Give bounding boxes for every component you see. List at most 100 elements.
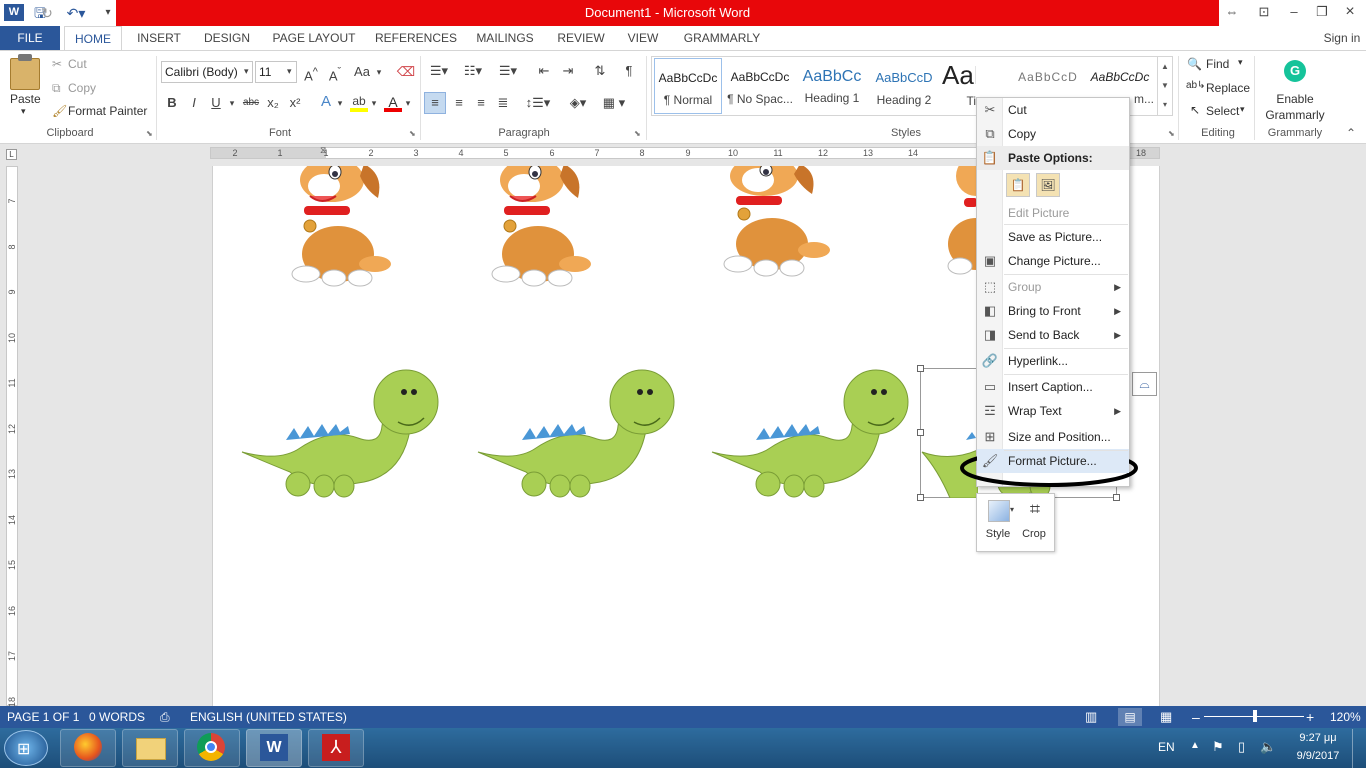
grow-font-icon[interactable]: A^ bbox=[302, 63, 320, 85]
style-dropdown-icon[interactable]: ▾ bbox=[1010, 505, 1014, 514]
highlight-icon[interactable]: ab bbox=[350, 94, 368, 112]
puppy-image-partial[interactable] bbox=[946, 166, 976, 278]
underline-dropdown-icon[interactable]: ▾ bbox=[228, 94, 236, 112]
dinosaur-image[interactable] bbox=[476, 366, 676, 498]
paste-dropdown-icon[interactable]: ▾ bbox=[21, 106, 26, 117]
sign-in-link[interactable]: Sign in bbox=[1320, 26, 1364, 50]
style-heading-1[interactable]: AaBbCc Heading 1 bbox=[798, 58, 866, 114]
menu-item-cut[interactable]: ✂ Cut bbox=[977, 98, 1129, 122]
cut-button[interactable]: Cut bbox=[68, 57, 87, 71]
show-desktop-button[interactable] bbox=[1352, 729, 1366, 768]
action-center-icon[interactable]: ⚑ bbox=[1212, 739, 1224, 755]
zoom-in-icon[interactable]: + bbox=[1306, 706, 1314, 728]
tab-page-layout[interactable]: PAGE LAYOUT bbox=[268, 26, 360, 50]
proofing-icon[interactable]: ⎙ bbox=[160, 706, 170, 728]
menu-item-copy[interactable]: ⧉ Copy bbox=[977, 122, 1129, 146]
zoom-level[interactable]: 120% bbox=[1330, 706, 1361, 728]
paste-keep-source-icon[interactable]: 📋 bbox=[1006, 173, 1030, 197]
read-mode-icon[interactable]: ▥ bbox=[1085, 706, 1097, 728]
tab-insert[interactable]: INSERT bbox=[132, 26, 186, 50]
dinosaur-image[interactable] bbox=[710, 366, 910, 498]
select-button[interactable]: Select bbox=[1206, 104, 1239, 118]
undo-icon[interactable]: ↶▾ bbox=[64, 3, 88, 23]
paste-icon[interactable] bbox=[10, 58, 40, 90]
grammarly-icon[interactable]: G bbox=[1284, 60, 1306, 82]
styles-launcher-icon[interactable]: ⬊ bbox=[1168, 129, 1175, 138]
copy-button[interactable]: Copy bbox=[68, 81, 96, 95]
shrink-font-icon[interactable]: Aˇ bbox=[326, 63, 344, 85]
highlight-dropdown-icon[interactable]: ▾ bbox=[370, 94, 378, 112]
clear-formatting-icon[interactable]: ⌫ bbox=[396, 63, 416, 81]
tab-references[interactable]: REFERENCES bbox=[372, 26, 460, 50]
decrease-indent-icon[interactable]: ⇤ bbox=[534, 62, 554, 80]
paste-as-picture-icon[interactable]: 🖼 bbox=[1036, 173, 1060, 197]
word-count[interactable]: 0 WORDS bbox=[89, 706, 145, 728]
crop-button[interactable]: Crop bbox=[1020, 528, 1048, 540]
align-right-icon[interactable]: ≡ bbox=[472, 94, 490, 112]
print-layout-icon[interactable]: ▤ bbox=[1118, 708, 1142, 726]
font-family-field[interactable]: Calibri (Body) bbox=[161, 61, 253, 83]
style-heading-2[interactable]: AaBbCcD Heading 2 bbox=[870, 58, 938, 114]
multilevel-list-icon[interactable]: ☰▾ bbox=[494, 62, 522, 80]
customize-qat-icon[interactable]: ▾ bbox=[100, 3, 116, 23]
zoom-slider-thumb[interactable] bbox=[1253, 710, 1257, 722]
battery-icon[interactable]: ▯ bbox=[1238, 739, 1245, 755]
menu-item-save-as-picture[interactable]: Save as Picture... bbox=[977, 225, 1129, 249]
layout-options-icon[interactable]: ⌓ bbox=[1132, 372, 1157, 396]
resize-handle[interactable] bbox=[1113, 494, 1120, 501]
repeat-icon[interactable]: ↻ bbox=[38, 3, 56, 23]
menu-item-format-picture[interactable]: 🖌 Format Picture... bbox=[977, 449, 1129, 473]
underline-button[interactable]: U bbox=[208, 94, 224, 112]
dinosaur-image[interactable] bbox=[240, 366, 440, 498]
text-effects-icon[interactable]: A bbox=[316, 93, 336, 111]
clock-time[interactable]: 9:27 μμ bbox=[1290, 732, 1346, 744]
resize-handle[interactable] bbox=[917, 429, 924, 436]
shading-icon[interactable]: ◈▾ bbox=[564, 94, 592, 112]
menu-item-change-picture[interactable]: ▣ Change Picture... bbox=[977, 249, 1129, 273]
minimize-button[interactable]: – bbox=[1280, 2, 1308, 22]
font-size-dropdown-icon[interactable]: ▾ bbox=[287, 66, 292, 77]
tab-grammarly[interactable]: GRAMMARLY bbox=[676, 26, 768, 50]
font-family-dropdown-icon[interactable]: ▾ bbox=[244, 66, 249, 77]
puppy-image[interactable] bbox=[480, 166, 608, 288]
line-spacing-icon[interactable]: ↕☰▾ bbox=[524, 94, 552, 112]
resize-handle[interactable] bbox=[917, 494, 924, 501]
zoom-out-icon[interactable]: – bbox=[1192, 706, 1200, 728]
change-case-button[interactable]: Aa bbox=[352, 63, 372, 81]
styles-scroll[interactable]: ▲ ▼ ▾ bbox=[1157, 57, 1172, 115]
paste-button[interactable]: Paste bbox=[10, 92, 41, 106]
justify-icon[interactable]: ≣ bbox=[494, 94, 512, 112]
page-count[interactable]: PAGE 1 OF 1 bbox=[7, 706, 79, 728]
help-icon[interactable]: ⊡ bbox=[1250, 2, 1278, 22]
enable-grammarly-button[interactable]: Enable bbox=[1260, 92, 1330, 106]
show-marks-icon[interactable]: ¶ bbox=[620, 62, 638, 80]
bold-button[interactable]: B bbox=[164, 94, 180, 112]
show-hidden-icons[interactable]: ▲ bbox=[1190, 740, 1200, 751]
sort-icon[interactable]: ⇅ bbox=[590, 62, 610, 80]
close-button[interactable]: × bbox=[1336, 2, 1364, 22]
restore-button[interactable]: ❐ bbox=[1308, 2, 1336, 22]
bullets-icon[interactable]: ☰▾ bbox=[426, 62, 452, 80]
picture-style-icon[interactable] bbox=[988, 500, 1010, 522]
tab-home[interactable]: HOME bbox=[64, 26, 122, 51]
italic-button[interactable]: I bbox=[186, 94, 202, 112]
language-indicator[interactable]: ENGLISH (UNITED STATES) bbox=[190, 706, 347, 728]
menu-item-hyperlink[interactable]: 🔗 Hyperlink... bbox=[977, 349, 1129, 373]
tab-design[interactable]: DESIGN bbox=[198, 26, 256, 50]
menu-item-insert-caption[interactable]: ▭ Insert Caption... bbox=[977, 375, 1129, 399]
ribbon-display-icon[interactable]: ⇔ bbox=[1218, 2, 1246, 22]
subscript-button[interactable]: x₂ bbox=[264, 94, 282, 112]
puppy-image[interactable] bbox=[280, 166, 408, 288]
tab-mailings[interactable]: MAILINGS bbox=[470, 26, 540, 50]
menu-item-bring-to-front[interactable]: ◧ Bring to Front ▶ bbox=[977, 299, 1129, 323]
clock-date[interactable]: 9/9/2017 bbox=[1290, 750, 1346, 762]
clipboard-launcher-icon[interactable]: ⬊ bbox=[146, 129, 153, 138]
style-title[interactable]: AaBl Ti bbox=[942, 58, 976, 114]
numbering-icon[interactable]: ☷▾ bbox=[460, 62, 486, 80]
increase-indent-icon[interactable]: ⇥ bbox=[558, 62, 578, 80]
tab-file[interactable]: FILE bbox=[0, 26, 60, 50]
menu-item-size-and-position[interactable]: ⊞ Size and Position... bbox=[977, 425, 1129, 449]
web-layout-icon[interactable]: ▦ bbox=[1160, 706, 1172, 728]
puppy-image[interactable] bbox=[714, 166, 842, 278]
font-launcher-icon[interactable]: ⬊ bbox=[409, 129, 416, 138]
